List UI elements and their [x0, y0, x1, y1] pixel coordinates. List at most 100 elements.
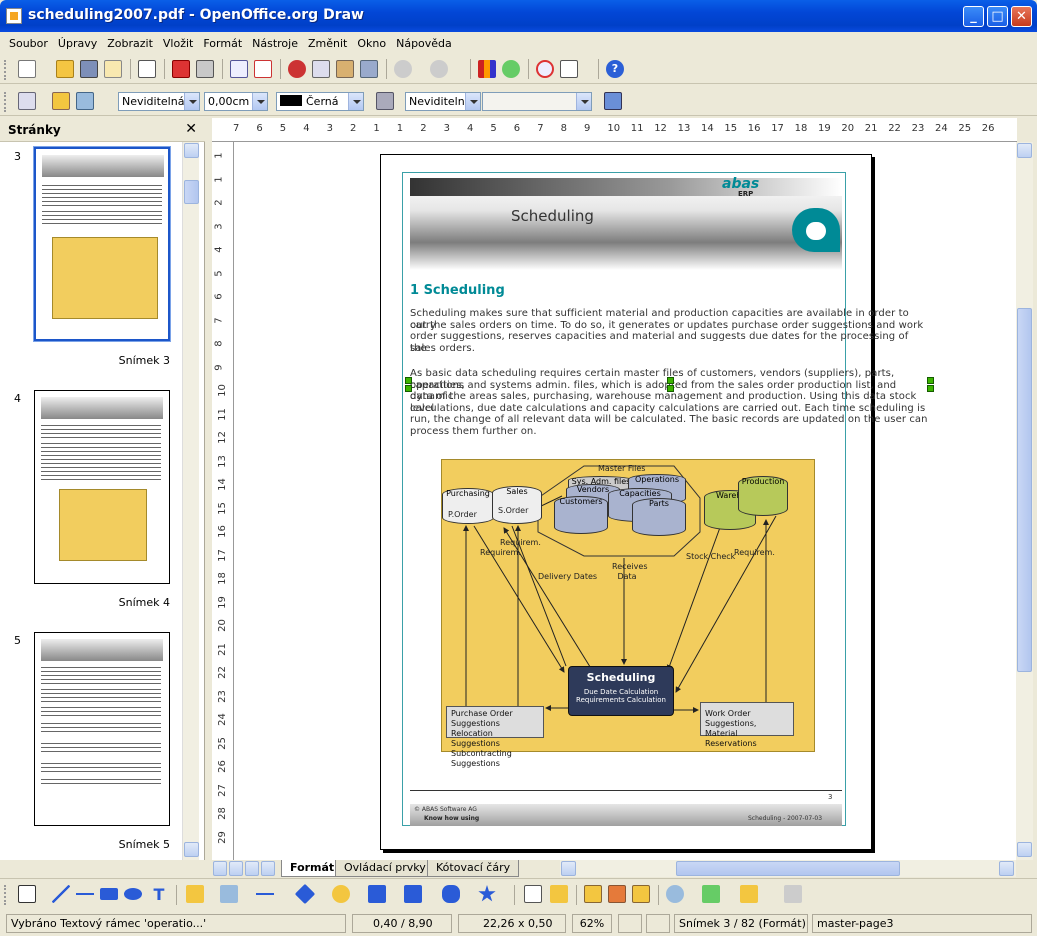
undo-icon[interactable] [394, 60, 412, 78]
redo-icon[interactable] [430, 60, 448, 78]
help-icon[interactable]: ? [606, 60, 624, 78]
insert-image-icon[interactable] [608, 885, 626, 903]
menu-nastroje[interactable]: Nástroje [247, 37, 303, 50]
scroll-up-icon[interactable] [184, 143, 199, 158]
scroll-thumb[interactable] [676, 861, 900, 876]
scroll-left-icon[interactable] [561, 861, 576, 876]
align-icon[interactable] [702, 885, 720, 903]
styles-icon[interactable] [18, 92, 36, 110]
chart-icon[interactable] [478, 60, 496, 78]
menu-vlozit[interactable]: Vložit [158, 37, 198, 50]
line-width-field[interactable]: 0,00cm [204, 92, 268, 111]
menu-napoveda[interactable]: Nápověda [391, 37, 457, 50]
shadow-icon[interactable] [604, 92, 622, 110]
selection-handle[interactable] [667, 385, 674, 392]
gallery-icon[interactable] [632, 885, 650, 903]
area-fill-select[interactable] [482, 92, 592, 111]
canvas-vertical-scrollbar[interactable] [1016, 142, 1033, 860]
close-window-button[interactable]: ✕ [1011, 6, 1032, 27]
cut-icon[interactable] [288, 60, 306, 78]
glue-points-icon[interactable] [550, 885, 568, 903]
mail-icon[interactable] [104, 60, 122, 78]
gallery-icon[interactable] [502, 60, 520, 78]
curve-icon[interactable] [186, 885, 204, 903]
lines-arrows-icon[interactable] [256, 885, 274, 903]
spin-icon[interactable] [252, 93, 267, 110]
fontwork-icon[interactable] [584, 885, 602, 903]
canvas-horizontal-scrollbar[interactable] [560, 860, 1016, 877]
line-color-select[interactable]: Černá [276, 92, 364, 111]
menu-format[interactable]: Formát [198, 37, 247, 50]
menu-soubor[interactable]: Soubor [4, 37, 53, 50]
print-icon[interactable] [196, 60, 214, 78]
block-arrows-icon[interactable] [368, 885, 386, 903]
rectangle-icon[interactable] [100, 888, 118, 900]
chevron-down-icon[interactable] [465, 93, 480, 110]
scroll-down-icon[interactable] [1017, 842, 1032, 857]
toolbar-handle[interactable] [4, 60, 8, 80]
panel-splitter[interactable] [205, 118, 212, 860]
line-style-select[interactable]: Neviditelná [118, 92, 200, 111]
basic-shapes-icon[interactable] [294, 883, 316, 905]
copy-icon[interactable] [312, 60, 330, 78]
zoom-icon[interactable] [560, 60, 578, 78]
extrusion-icon[interactable] [784, 885, 802, 903]
chevron-down-icon[interactable] [348, 93, 363, 110]
export-pdf-icon[interactable] [172, 60, 190, 78]
status-zoom[interactable]: 62% [572, 914, 612, 933]
tab-format[interactable]: Formát [281, 860, 344, 877]
toolbar-handle-3[interactable] [4, 885, 8, 905]
page-thumbnail-4[interactable] [34, 390, 170, 584]
area-style-select[interactable]: Neviditelná [405, 92, 481, 111]
vertical-ruler[interactable]: 1 1 2 3 4 5 6 7 8 9 10 11 12 13 14 15 16 17 18 19 20 21 22 23 24… [212, 142, 234, 860]
selection-handle[interactable] [927, 385, 934, 392]
arrow-style-icon[interactable] [76, 92, 94, 110]
menu-zobrazit[interactable]: Zobrazit [102, 37, 158, 50]
tab-last-icon[interactable] [261, 861, 275, 876]
tab-controls[interactable]: Ovládací prvky [335, 860, 435, 877]
line-tool-icon[interactable] [52, 885, 70, 903]
menu-okno[interactable]: Okno [352, 37, 391, 50]
line-icon[interactable] [52, 92, 70, 110]
selection-handle[interactable] [667, 377, 674, 384]
scroll-down-icon[interactable] [184, 842, 199, 857]
selection-handle[interactable] [927, 377, 934, 384]
open-icon[interactable] [56, 60, 74, 78]
symbol-shapes-icon[interactable] [332, 885, 350, 903]
points-icon[interactable] [524, 885, 542, 903]
edit-file-icon[interactable] [138, 60, 156, 78]
spellcheck-icon[interactable] [230, 60, 248, 78]
page-thumbnail-5[interactable] [34, 632, 170, 826]
selection-handle[interactable] [405, 385, 412, 392]
tab-first-icon[interactable] [213, 861, 227, 876]
pages-scrollbar[interactable] [182, 142, 199, 860]
text-tool-icon[interactable]: T [150, 885, 168, 904]
scroll-up-icon[interactable] [1017, 143, 1032, 158]
new-icon[interactable] [18, 60, 36, 78]
callouts-icon[interactable] [442, 885, 460, 903]
navigator-icon[interactable] [536, 60, 554, 78]
horizontal-ruler[interactable]: 7 6 5 4 3 2 1 1 2 3 4 5 6 7 8 9 10 11 12 13 14 15 16 17 18 19 20 21… [212, 118, 1017, 142]
scroll-right-icon[interactable] [999, 861, 1014, 876]
maximize-button[interactable]: □ [987, 6, 1008, 27]
scroll-thumb[interactable] [184, 180, 199, 204]
chevron-down-icon[interactable] [184, 93, 199, 110]
arrange-icon[interactable] [740, 885, 758, 903]
stars-icon[interactable] [478, 885, 496, 902]
flowchart-icon[interactable] [404, 885, 422, 903]
ellipse-icon[interactable] [124, 888, 142, 900]
save-icon[interactable] [80, 60, 98, 78]
chevron-down-icon[interactable] [576, 93, 591, 110]
tab-dimension-lines[interactable]: Kótovací čáry [427, 860, 520, 877]
area-icon[interactable] [376, 92, 394, 110]
rotate-icon[interactable] [666, 885, 684, 903]
connector-icon[interactable] [220, 885, 238, 903]
tab-next-icon[interactable] [245, 861, 259, 876]
menu-zmenit[interactable]: Změnit [303, 37, 352, 50]
format-paintbrush-icon[interactable] [360, 60, 378, 78]
arrow-line-icon[interactable] [76, 885, 94, 903]
menu-upravy[interactable]: Úpravy [53, 37, 102, 50]
page-thumbnail-3[interactable] [33, 146, 171, 342]
paste-icon[interactable] [336, 60, 354, 78]
minimize-button[interactable]: _ [963, 6, 984, 27]
